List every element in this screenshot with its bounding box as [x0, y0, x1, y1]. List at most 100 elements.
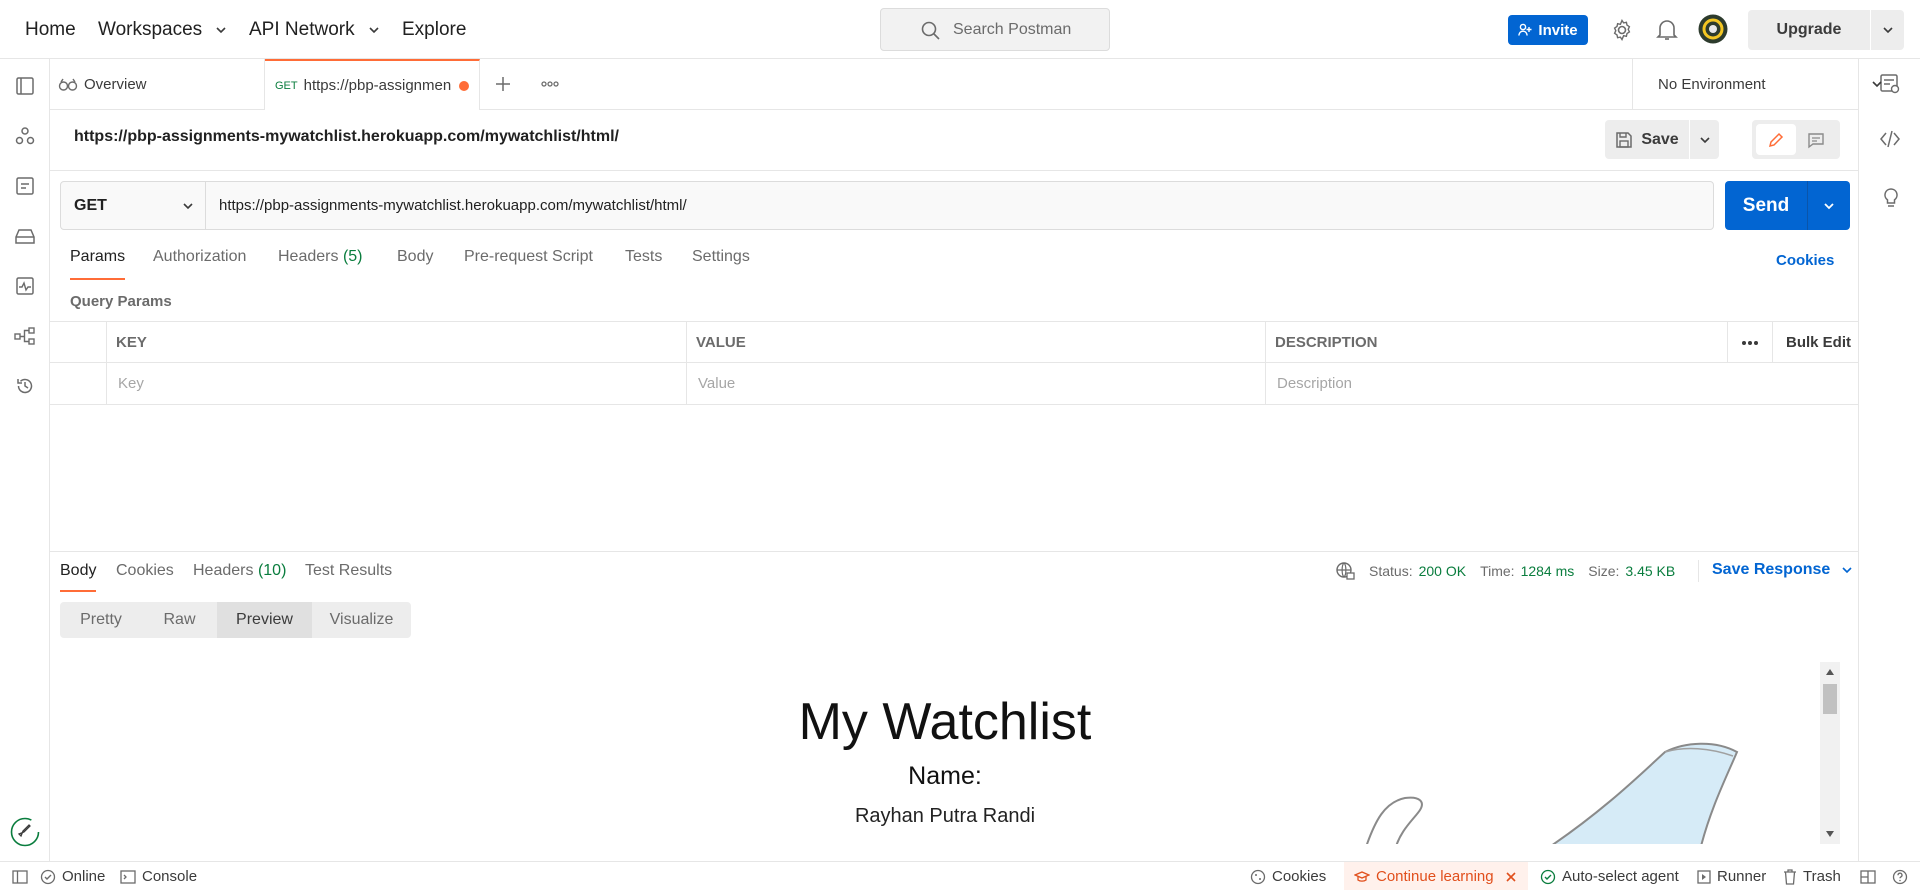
upgrade-button[interactable]: Upgrade [1748, 10, 1904, 50]
bulk-edit-button[interactable]: Bulk Edit [1772, 322, 1858, 363]
mock-servers-button[interactable] [12, 223, 38, 249]
tab-pre-request-label: Pre-request Script [464, 248, 593, 265]
close-icon[interactable] [1504, 870, 1518, 884]
auto-select-agent-button[interactable]: Auto-select agent [1540, 862, 1679, 890]
scroll-down-icon[interactable] [1825, 830, 1835, 838]
flows-button[interactable] [12, 323, 38, 349]
toggle-sidebar-button[interactable] [12, 862, 28, 890]
environments-button[interactable] [12, 173, 38, 199]
nav-home[interactable]: Home [25, 0, 76, 59]
info-button[interactable] [1881, 187, 1901, 209]
globe-icon[interactable] [1335, 561, 1355, 581]
top-bar: Home Workspaces API Network Explore Sear… [0, 0, 1920, 59]
upgrade-dropdown[interactable] [1871, 10, 1904, 50]
save-icon [1616, 131, 1633, 148]
history-button[interactable] [12, 373, 38, 399]
tab-options-button[interactable] [540, 76, 560, 92]
scroll-up-icon[interactable] [1825, 668, 1835, 676]
chevron-down-icon [1842, 567, 1852, 574]
url-input-value: https://pbp-assignments-mywatchlist.hero… [219, 197, 687, 214]
comments-mode-button[interactable] [1796, 124, 1836, 155]
view-preview[interactable]: Preview [217, 602, 312, 638]
scrollbar-thumb[interactable] [1823, 684, 1837, 714]
monitors-button[interactable] [12, 273, 38, 299]
send-label: Send [1742, 194, 1790, 216]
cookies-button[interactable]: Cookies [1250, 862, 1326, 890]
time-value[interactable]: 1284 ms [1521, 563, 1575, 579]
tab-active-label: https://pbp-assignmen [303, 77, 452, 94]
view-pretty[interactable]: Pretty [60, 602, 142, 638]
trash-button[interactable]: Trash [1783, 862, 1841, 890]
description-input[interactable]: Description [1265, 363, 1858, 404]
tab-settings-label: Settings [692, 248, 750, 265]
save-button-content: Save [1605, 120, 1689, 159]
send-button[interactable]: Send [1725, 181, 1850, 230]
view-raw[interactable]: Raw [142, 602, 217, 638]
method-select[interactable]: GET [61, 182, 206, 229]
preview-illustration [1366, 742, 1739, 844]
console-label: Console [142, 868, 198, 885]
nav-workspaces[interactable]: Workspaces [98, 0, 228, 59]
tab-authorization[interactable]: Authorization [153, 248, 246, 280]
new-tab-button[interactable] [493, 74, 513, 94]
add-user-icon [1518, 23, 1532, 36]
collections-button[interactable] [12, 73, 38, 99]
search-placeholder: Search Postman [953, 20, 1072, 38]
response-tab-body[interactable]: Body [60, 562, 97, 592]
tab-overview[interactable]: Overview [50, 59, 265, 110]
help-button[interactable] [1892, 862, 1908, 890]
tab-tests[interactable]: Tests [625, 248, 662, 280]
code-button[interactable] [1879, 129, 1901, 149]
nav-workspaces-label: Workspaces [98, 18, 203, 40]
invite-button[interactable]: Invite [1508, 15, 1588, 45]
tab-settings[interactable]: Settings [692, 248, 750, 280]
edit-mode-button[interactable] [1756, 124, 1796, 155]
overview-icon [58, 78, 78, 91]
tab-active-request[interactable]: GET https://pbp-assignmen [265, 59, 480, 110]
response-tab-cookies-label: Cookies [116, 562, 174, 579]
plus-icon [496, 77, 510, 91]
table-options-button[interactable] [1727, 322, 1772, 363]
response-meta: Status: 200 OK Time: 1284 ms Size: 3.45 … [1335, 561, 1675, 581]
response-tab-test-results[interactable]: Test Results [305, 562, 392, 592]
apis-button[interactable] [12, 123, 38, 149]
table-row: Key Value Description [50, 362, 1858, 404]
tab-params-label: Params [70, 248, 126, 265]
nav-api-network[interactable]: API Network [249, 0, 381, 59]
value-input[interactable]: Value [686, 363, 1265, 404]
console-button[interactable]: Console [120, 862, 197, 890]
save-dropdown[interactable] [1690, 120, 1719, 159]
chevron-down-icon [369, 26, 379, 33]
send-dropdown[interactable] [1808, 181, 1850, 230]
save-response-button[interactable]: Save Response [1712, 561, 1854, 579]
tab-pre-request-script[interactable]: Pre-request Script [464, 248, 593, 280]
settings-button[interactable] [1610, 18, 1634, 42]
cookies-link[interactable]: Cookies [1776, 252, 1834, 269]
response-tab-headers[interactable]: Headers (10) [193, 562, 286, 592]
tab-headers[interactable]: Headers (5) [278, 248, 363, 280]
status-value[interactable]: 200 OK [1419, 563, 1466, 579]
two-pane-view-button[interactable] [1860, 862, 1876, 890]
request-title[interactable]: https://pbp-assignments-mywatchlist.hero… [74, 128, 619, 146]
search-input[interactable]: Search Postman [880, 8, 1110, 51]
notifications-button[interactable] [1656, 18, 1678, 42]
code-icon [1880, 130, 1900, 148]
row-checkbox-cell [50, 363, 106, 404]
online-status[interactable]: Online [40, 862, 105, 890]
key-input[interactable]: Key [106, 363, 686, 404]
continue-learning-button[interactable]: Continue learning [1344, 862, 1528, 890]
runner-button[interactable]: Runner [1697, 862, 1766, 890]
environment-selector[interactable]: No Environment [1632, 59, 1908, 110]
tab-body[interactable]: Body [397, 248, 433, 280]
size-value[interactable]: 3.45 KB [1625, 563, 1675, 579]
url-input[interactable]: https://pbp-assignments-mywatchlist.hero… [219, 182, 687, 229]
tab-params[interactable]: Params [70, 248, 126, 280]
bootcamp-button[interactable] [10, 817, 40, 847]
view-visualize[interactable]: Visualize [312, 602, 411, 638]
preview-scrollbar[interactable] [1820, 662, 1840, 844]
response-divider[interactable] [50, 551, 1858, 552]
avatar[interactable] [1698, 14, 1728, 44]
save-button[interactable]: Save [1605, 120, 1719, 159]
response-tab-cookies[interactable]: Cookies [116, 562, 174, 592]
nav-explore[interactable]: Explore [402, 0, 466, 59]
